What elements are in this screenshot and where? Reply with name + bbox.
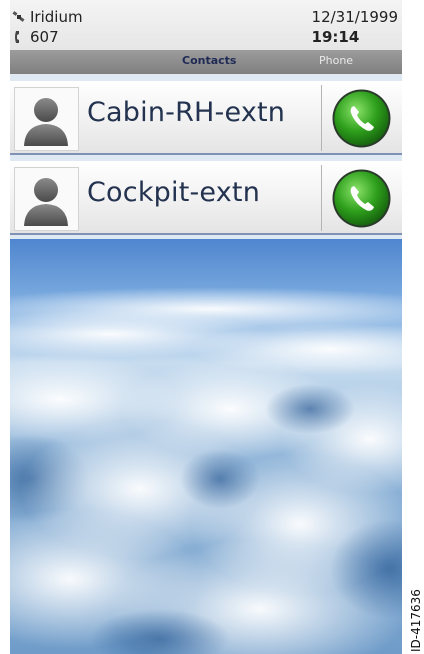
contact-name: Cockpit-extn — [87, 177, 261, 208]
person-icon — [24, 178, 68, 226]
phone-screen: Iridium 607 12/31/1999 19:14 Contacts Ph… — [10, 0, 402, 654]
satellite-icon — [12, 11, 25, 22]
contact-row[interactable]: Cabin-RH-extn — [10, 81, 402, 155]
contact-row[interactable]: Cockpit-extn — [10, 161, 402, 235]
status-time: 19:14 — [311, 28, 360, 46]
tab-contacts[interactable]: Contacts — [182, 54, 236, 67]
phone-call-icon[interactable] — [331, 168, 392, 229]
row-divider — [321, 165, 322, 231]
status-left: Iridium 607 — [12, 7, 83, 47]
carrier-name: Iridium — [30, 8, 83, 26]
status-bar: Iridium 607 12/31/1999 19:14 — [10, 0, 402, 50]
tab-bar: Contacts Phone — [10, 50, 402, 74]
status-date: 12/31/1999 — [311, 8, 398, 26]
status-right: 12/31/1999 19:14 — [312, 7, 398, 47]
contact-name: Cabin-RH-extn — [87, 97, 286, 128]
row-divider — [321, 85, 322, 151]
tab-phone[interactable]: Phone — [319, 54, 353, 67]
person-icon — [24, 98, 68, 146]
handset-icon — [15, 31, 19, 43]
sky-wallpaper — [10, 239, 402, 654]
contact-avatar — [14, 167, 79, 231]
extension-number: 607 — [30, 28, 59, 46]
contact-avatar — [14, 87, 79, 151]
phone-call-icon[interactable] — [331, 88, 392, 149]
figure-id-label: ID-417636 — [409, 589, 423, 652]
